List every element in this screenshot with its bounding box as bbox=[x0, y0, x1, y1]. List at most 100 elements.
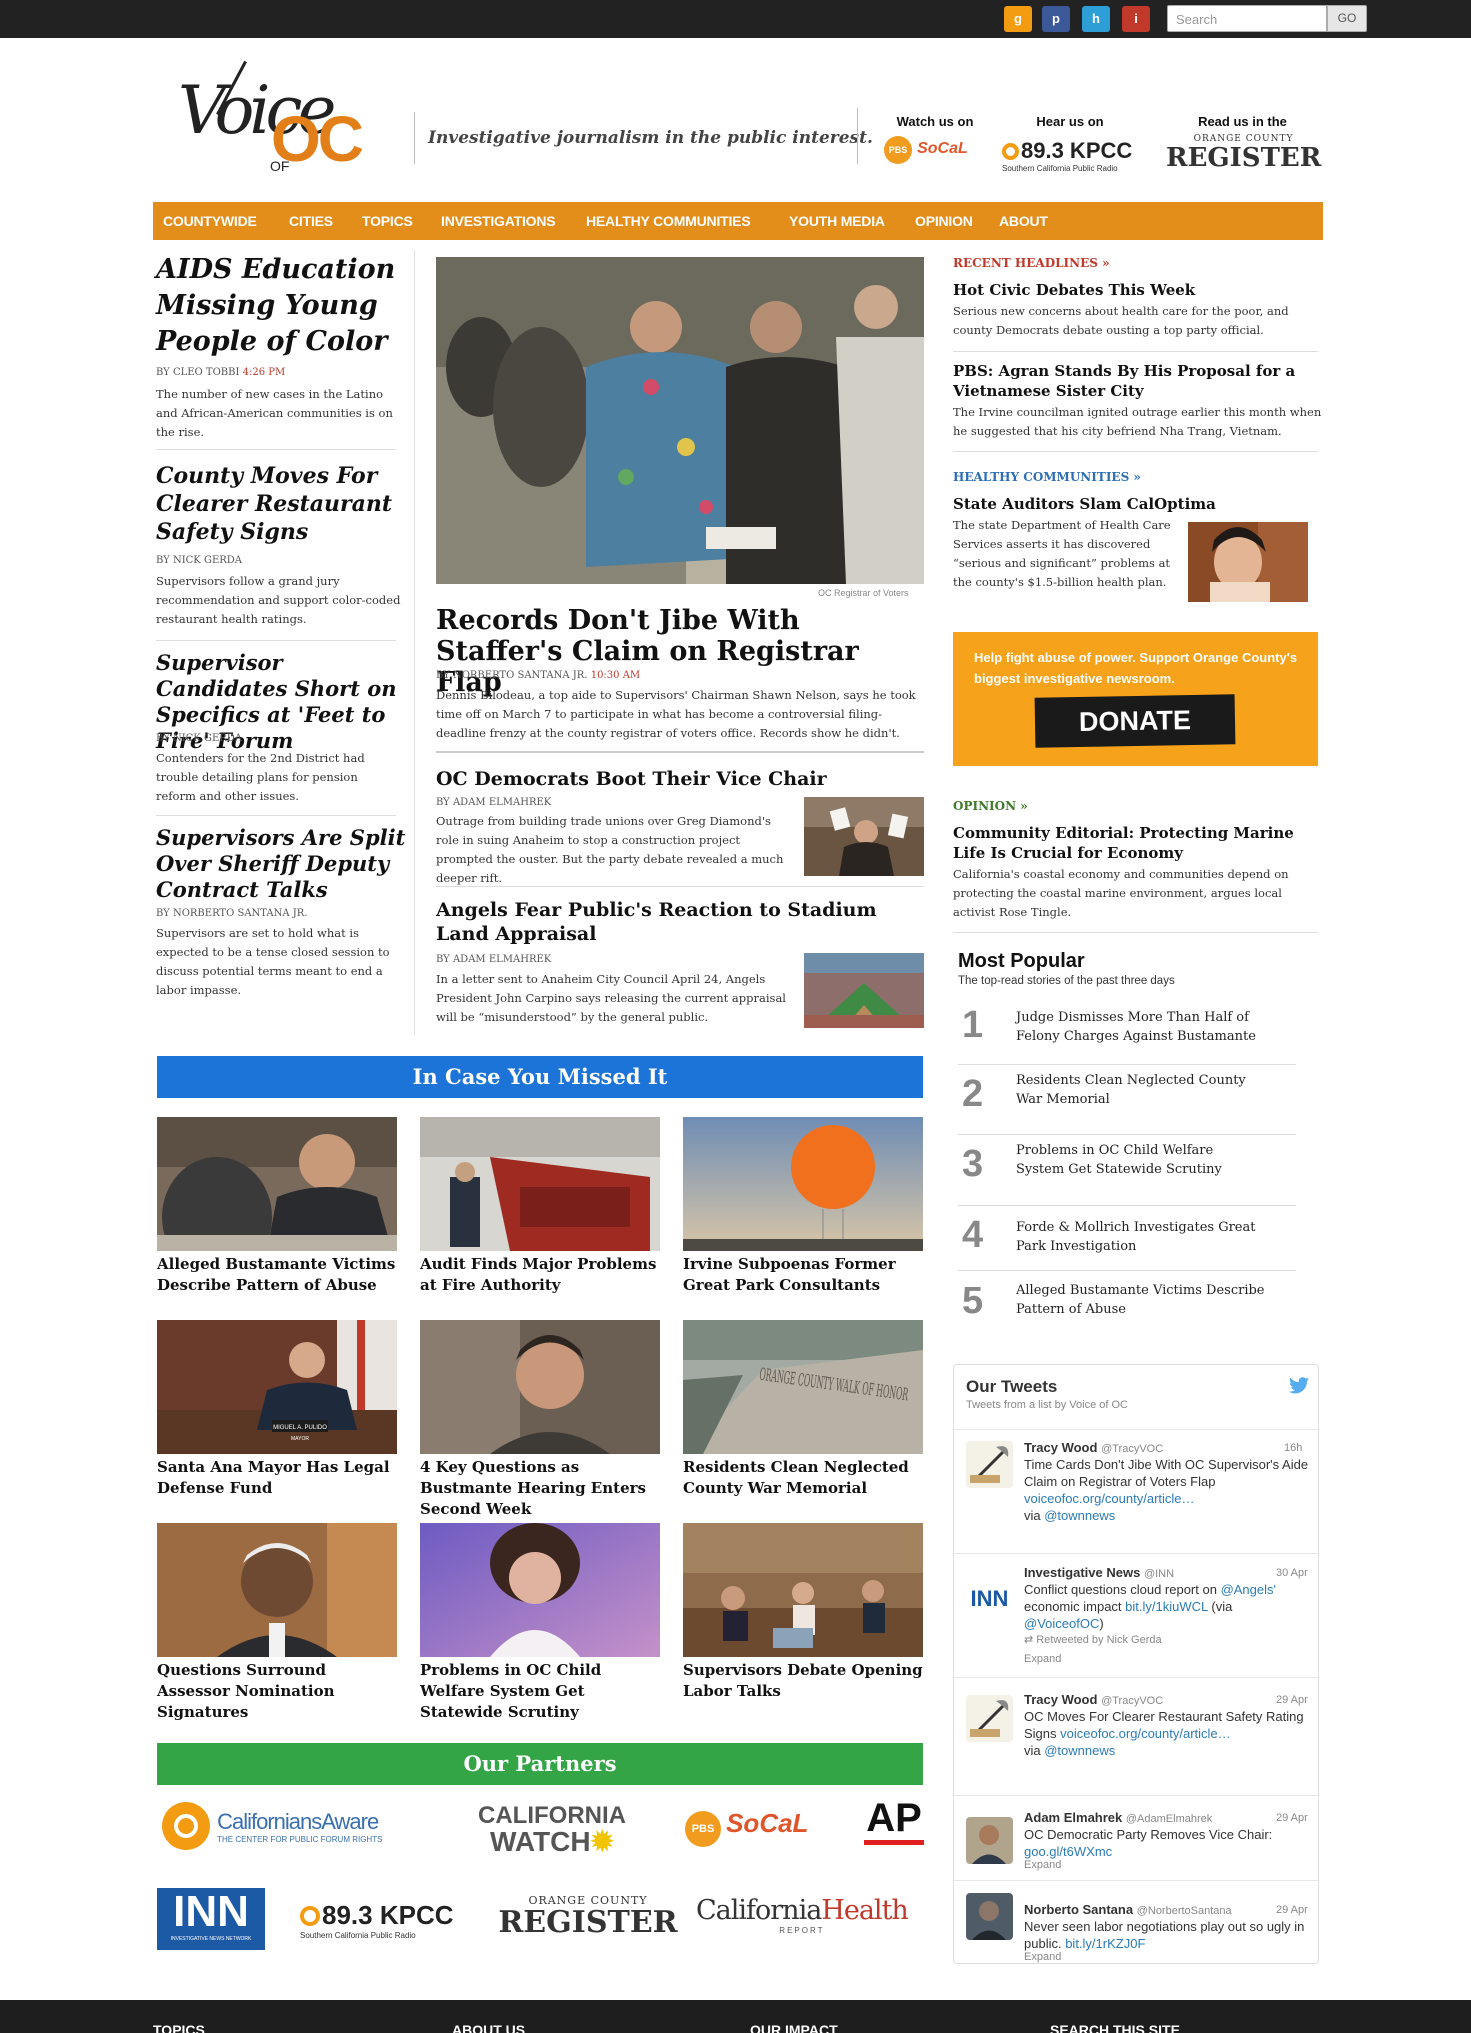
missed-photo[interactable] bbox=[683, 1523, 923, 1657]
google-plus-icon[interactable]: g bbox=[1004, 6, 1032, 32]
left-story-title[interactable]: County Moves For Clearer Restaurant Safe… bbox=[156, 462, 396, 546]
missed-title[interactable]: Irvine Subpoenas Former Great Park Consu… bbox=[683, 1254, 923, 1296]
search-go-button[interactable]: GO bbox=[1327, 5, 1367, 32]
i-icon[interactable]: i bbox=[1122, 6, 1150, 32]
tweet-avatar[interactable]: INN bbox=[966, 1575, 1013, 1622]
nav-investigations[interactable]: INVESTIGATIONS bbox=[441, 213, 556, 229]
tweet-expand[interactable]: Expand bbox=[1024, 1859, 1061, 1871]
nav-topics[interactable]: TOPICS bbox=[362, 213, 413, 229]
search-input[interactable]: Search bbox=[1167, 5, 1327, 32]
tweet-time[interactable]: 29 Apr bbox=[1276, 1904, 1308, 1916]
missed-photo[interactable] bbox=[420, 1523, 660, 1657]
nav-cities[interactable]: CITIES bbox=[289, 213, 333, 229]
missed-title[interactable]: Residents Clean Neglected County War Mem… bbox=[683, 1457, 923, 1499]
ap-logo[interactable]: AP bbox=[864, 1796, 924, 1845]
tweet-time[interactable]: 29 Apr bbox=[1276, 1694, 1308, 1706]
missed-photo[interactable] bbox=[683, 1117, 923, 1251]
nav-countywide[interactable]: COUNTYWIDE bbox=[163, 213, 257, 229]
footer-search[interactable]: SEARCH THIS SITE bbox=[1050, 2022, 1180, 2033]
opinion-story-title[interactable]: Community Editorial: Protecting Marine L… bbox=[953, 823, 1313, 863]
healthy-story-photo[interactable] bbox=[1188, 522, 1308, 602]
missed-title[interactable]: Questions Surround Assessor Nomination S… bbox=[157, 1660, 397, 1723]
missed-title[interactable]: Supervisors Debate Opening Labor Talks bbox=[683, 1660, 923, 1702]
tweet-link[interactable]: voiceofoc.org/county/article… bbox=[1024, 1491, 1195, 1506]
missed-photo[interactable] bbox=[157, 1117, 397, 1251]
recent-headline-title[interactable]: PBS: Agran Stands By His Proposal for a … bbox=[953, 361, 1318, 401]
tweet-mention[interactable]: @Angels' bbox=[1221, 1582, 1276, 1597]
site-logo[interactable]: Voice OC OF bbox=[178, 58, 398, 183]
pinterest-icon[interactable]: p bbox=[1042, 6, 1070, 32]
tweet-expand[interactable]: Expand bbox=[1024, 1653, 1061, 1665]
tweet-mention[interactable]: @townnews bbox=[1044, 1508, 1115, 1523]
register-partner-logo[interactable]: ORANGE COUNTY REGISTER bbox=[498, 1894, 678, 1939]
footer-topics[interactable]: TOPICS bbox=[153, 2022, 205, 2033]
california-watch-logo[interactable]: CALIFORNIA WATCH✹ bbox=[478, 1804, 626, 1856]
most-popular-item[interactable]: Alleged Bustamante Victims Describe Patt… bbox=[1016, 1281, 1306, 1319]
nav-opinion[interactable]: OPINION bbox=[915, 213, 973, 229]
missed-photo[interactable] bbox=[420, 1117, 660, 1251]
twitter-bird-icon[interactable] bbox=[1289, 1377, 1309, 1394]
most-popular-item[interactable]: Forde & Mollrich Investigates Great Park… bbox=[1016, 1218, 1256, 1256]
lead-title[interactable]: Records Don't Jibe With Staffer's Claim … bbox=[436, 605, 924, 698]
center-story-photo[interactable] bbox=[804, 797, 924, 876]
tweet-link[interactable]: bit.ly/1rKZJ0F bbox=[1065, 1936, 1145, 1951]
tweet-avatar[interactable] bbox=[966, 1441, 1013, 1488]
tweet-avatar[interactable] bbox=[966, 1817, 1013, 1864]
tweet-avatar[interactable] bbox=[966, 1695, 1013, 1742]
tweet-time[interactable]: 29 Apr bbox=[1276, 1812, 1308, 1824]
tweet-expand[interactable]: Expand bbox=[1024, 1951, 1061, 1963]
left-story-title[interactable]: Supervisors Are Split Over Sheriff Deput… bbox=[156, 825, 406, 903]
healthy-story-title[interactable]: State Auditors Slam CalOptima bbox=[953, 494, 1318, 514]
missed-photo[interactable]: MIGUEL A. PULIDO MAYOR bbox=[157, 1320, 397, 1454]
lead-photo[interactable] bbox=[436, 257, 924, 584]
missed-title[interactable]: 4 Key Questions as Bustmante Hearing Ent… bbox=[420, 1457, 660, 1520]
california-health-report-logo[interactable]: CaliforniaHealth REPORT bbox=[696, 1896, 909, 1936]
pbs-socal-partner-logo[interactable]: PBS SoCaL bbox=[685, 1808, 808, 1847]
pbs-socal-logo[interactable]: PBS SoCaL bbox=[884, 136, 968, 164]
tweet-author[interactable]: Adam Elmahrek @AdamElmahrek bbox=[1024, 1810, 1212, 1825]
nav-about[interactable]: ABOUT bbox=[999, 213, 1048, 229]
most-popular-item[interactable]: Judge Dismisses More Than Half of Felony… bbox=[1016, 1008, 1256, 1046]
left-story-title[interactable]: AIDS Education Missing Young People of C… bbox=[156, 252, 401, 360]
missed-photo[interactable]: ORANGE COUNTY WALK OF HONOR bbox=[683, 1320, 923, 1454]
missed-title[interactable]: Problems in OC Child Welfare System Get … bbox=[420, 1660, 660, 1723]
tweet-author[interactable]: Investigative News @INN bbox=[1024, 1565, 1174, 1580]
nav-youth-media[interactable]: YOUTH MEDIA bbox=[789, 213, 885, 229]
tweet-time[interactable]: 30 Apr bbox=[1276, 1567, 1308, 1579]
missed-photo[interactable] bbox=[157, 1523, 397, 1657]
inn-logo[interactable]: INN INVESTIGATIVE NEWS NETWORK bbox=[157, 1888, 265, 1950]
tweet-mention[interactable]: @VoiceofOC bbox=[1024, 1616, 1099, 1631]
register-logo[interactable]: ORANGE COUNTY REGISTER bbox=[1166, 134, 1321, 172]
most-popular-item[interactable]: Problems in OC Child Welfare System Get … bbox=[1016, 1141, 1256, 1179]
healthy-communities-link[interactable]: HEALTHY COMMUNITIES » bbox=[953, 470, 1141, 484]
tweet-time[interactable]: 16h bbox=[1284, 1442, 1302, 1454]
tweet-link[interactable]: goo.gl/t6WXmc bbox=[1024, 1844, 1112, 1859]
footer-about-us[interactable]: ABOUT US bbox=[452, 2022, 525, 2033]
californians-aware-logo[interactable]: CaliforniansAware THE CENTER FOR PUBLIC … bbox=[160, 1800, 382, 1852]
tweet-author[interactable]: Tracy Wood @TracyVOC bbox=[1024, 1692, 1163, 1707]
kpcc-partner-logo[interactable]: 89.3 KPCC Southern California Public Rad… bbox=[300, 1900, 454, 1940]
recent-headline-title[interactable]: Hot Civic Debates This Week bbox=[953, 280, 1318, 300]
missed-title[interactable]: Alleged Bustamante Victims Describe Patt… bbox=[157, 1254, 397, 1296]
center-story-title[interactable]: Angels Fear Public's Reaction to Stadium… bbox=[436, 898, 926, 946]
opinion-link[interactable]: OPINION » bbox=[953, 799, 1028, 813]
divider bbox=[436, 751, 924, 753]
tweet-avatar[interactable] bbox=[966, 1893, 1013, 1940]
most-popular-item[interactable]: Residents Clean Neglected County War Mem… bbox=[1016, 1071, 1256, 1109]
missed-title[interactable]: Audit Finds Major Problems at Fire Autho… bbox=[420, 1254, 660, 1296]
tweet-author[interactable]: Tracy Wood @TracyVOC bbox=[1024, 1440, 1163, 1455]
recent-headlines-link[interactable]: RECENT HEADLINES » bbox=[953, 256, 1110, 270]
missed-title[interactable]: Santa Ana Mayor Has Legal Defense Fund bbox=[157, 1457, 397, 1499]
footer-our-impact[interactable]: OUR IMPACT bbox=[750, 2022, 838, 2033]
center-story-photo[interactable] bbox=[804, 953, 924, 1028]
center-story-title[interactable]: OC Democrats Boot Their Vice Chair bbox=[436, 767, 836, 791]
kpcc-logo[interactable]: 89.3 KPCC Southern California Public Rad… bbox=[1002, 138, 1132, 173]
tweet-mention[interactable]: @townnews bbox=[1044, 1743, 1115, 1758]
tweet-author[interactable]: Norberto Santana @NorbertoSantana bbox=[1024, 1902, 1232, 1917]
missed-photo[interactable] bbox=[420, 1320, 660, 1454]
tweet-link[interactable]: bit.ly/1kiuWCL bbox=[1125, 1599, 1208, 1614]
tweet-link[interactable]: voiceofoc.org/county/article… bbox=[1060, 1726, 1231, 1741]
donate-button[interactable]: DONATE bbox=[1034, 694, 1236, 748]
nav-healthy-communities[interactable]: HEALTHY COMMUNITIES bbox=[586, 213, 751, 229]
h-icon[interactable]: h bbox=[1082, 6, 1110, 32]
